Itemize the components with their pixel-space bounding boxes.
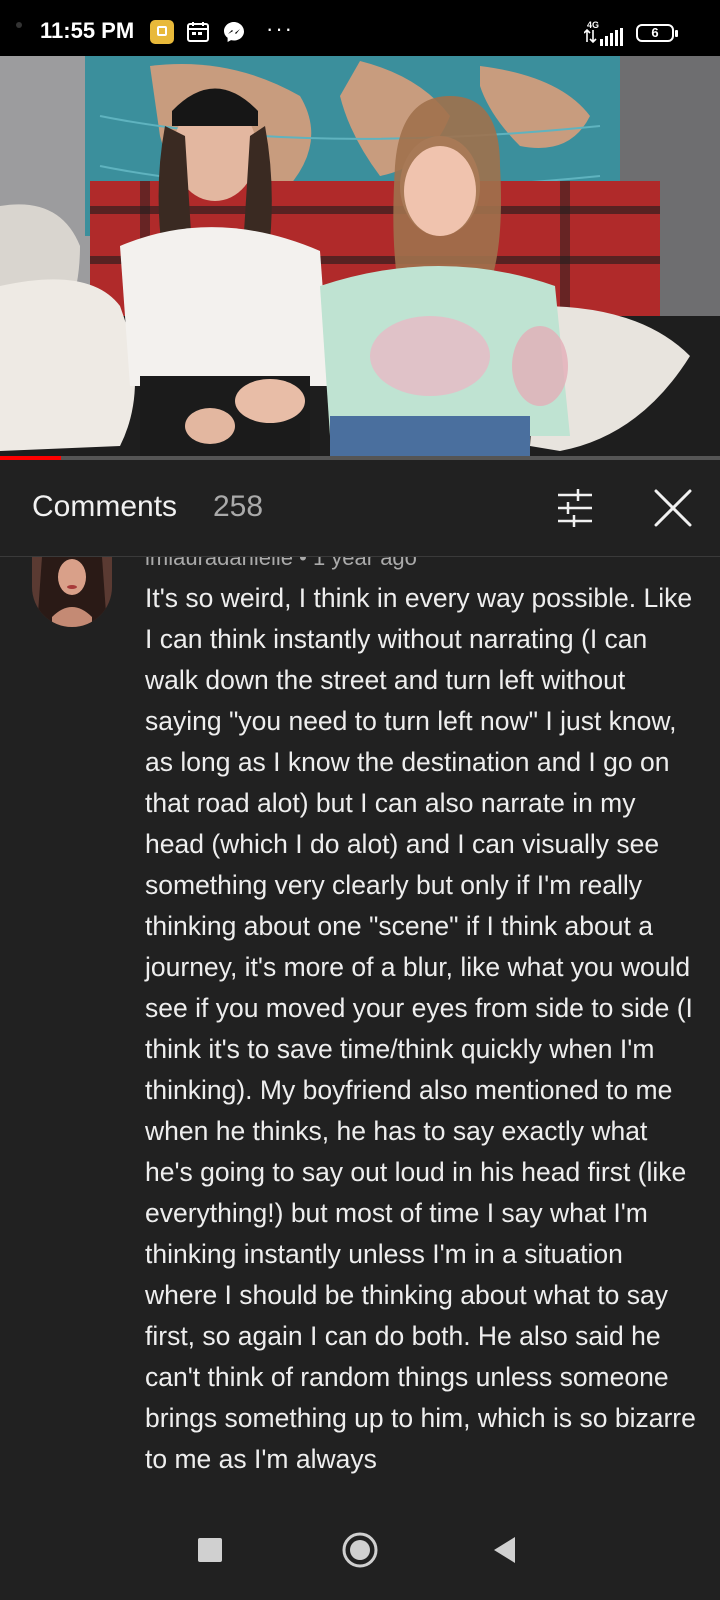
comments-title: Comments (32, 490, 178, 523)
recents-button[interactable] (180, 1520, 240, 1580)
status-bar: 11:55 PM ··· 4G 6 (0, 0, 720, 56)
system-navigation-bar (0, 1500, 720, 1600)
calendar-notification-icon (186, 20, 210, 44)
battery-icon: 6 (636, 24, 678, 42)
commenter-avatar[interactable] (32, 557, 112, 627)
video-frame (0, 56, 720, 460)
messenger-notification-icon (222, 20, 246, 44)
sort-filter-icon (558, 489, 592, 527)
app-notification-icon (150, 20, 174, 44)
meta-separator: • (299, 557, 307, 570)
comment-author[interactable]: imlauradanielle (145, 557, 293, 570)
close-comments-button[interactable] (650, 485, 696, 531)
home-button[interactable] (330, 1520, 390, 1580)
video-player[interactable] (0, 56, 720, 460)
sort-comments-button[interactable] (552, 485, 598, 531)
more-notifications-icon: ··· (266, 16, 294, 41)
back-triangle-icon (494, 1537, 515, 1563)
status-time: 11:55 PM (40, 18, 135, 43)
comment-age: 1 year ago (312, 557, 417, 570)
comments-count: 258 (213, 490, 264, 523)
comments-list[interactable]: imlauradanielle • 1 year ago It's so wei… (0, 557, 720, 1500)
comment-meta: imlauradanielle • 1 year ago (145, 557, 417, 571)
circle-icon (342, 1532, 378, 1568)
square-icon (198, 1538, 222, 1562)
camera-cutout (16, 22, 22, 28)
signal-strength-icon (584, 28, 623, 46)
comments-header: Comments 258 (0, 460, 720, 557)
comment-text: It's so weird, I think in every way poss… (145, 583, 696, 1474)
back-button[interactable] (475, 1520, 535, 1580)
close-icon (654, 489, 692, 527)
